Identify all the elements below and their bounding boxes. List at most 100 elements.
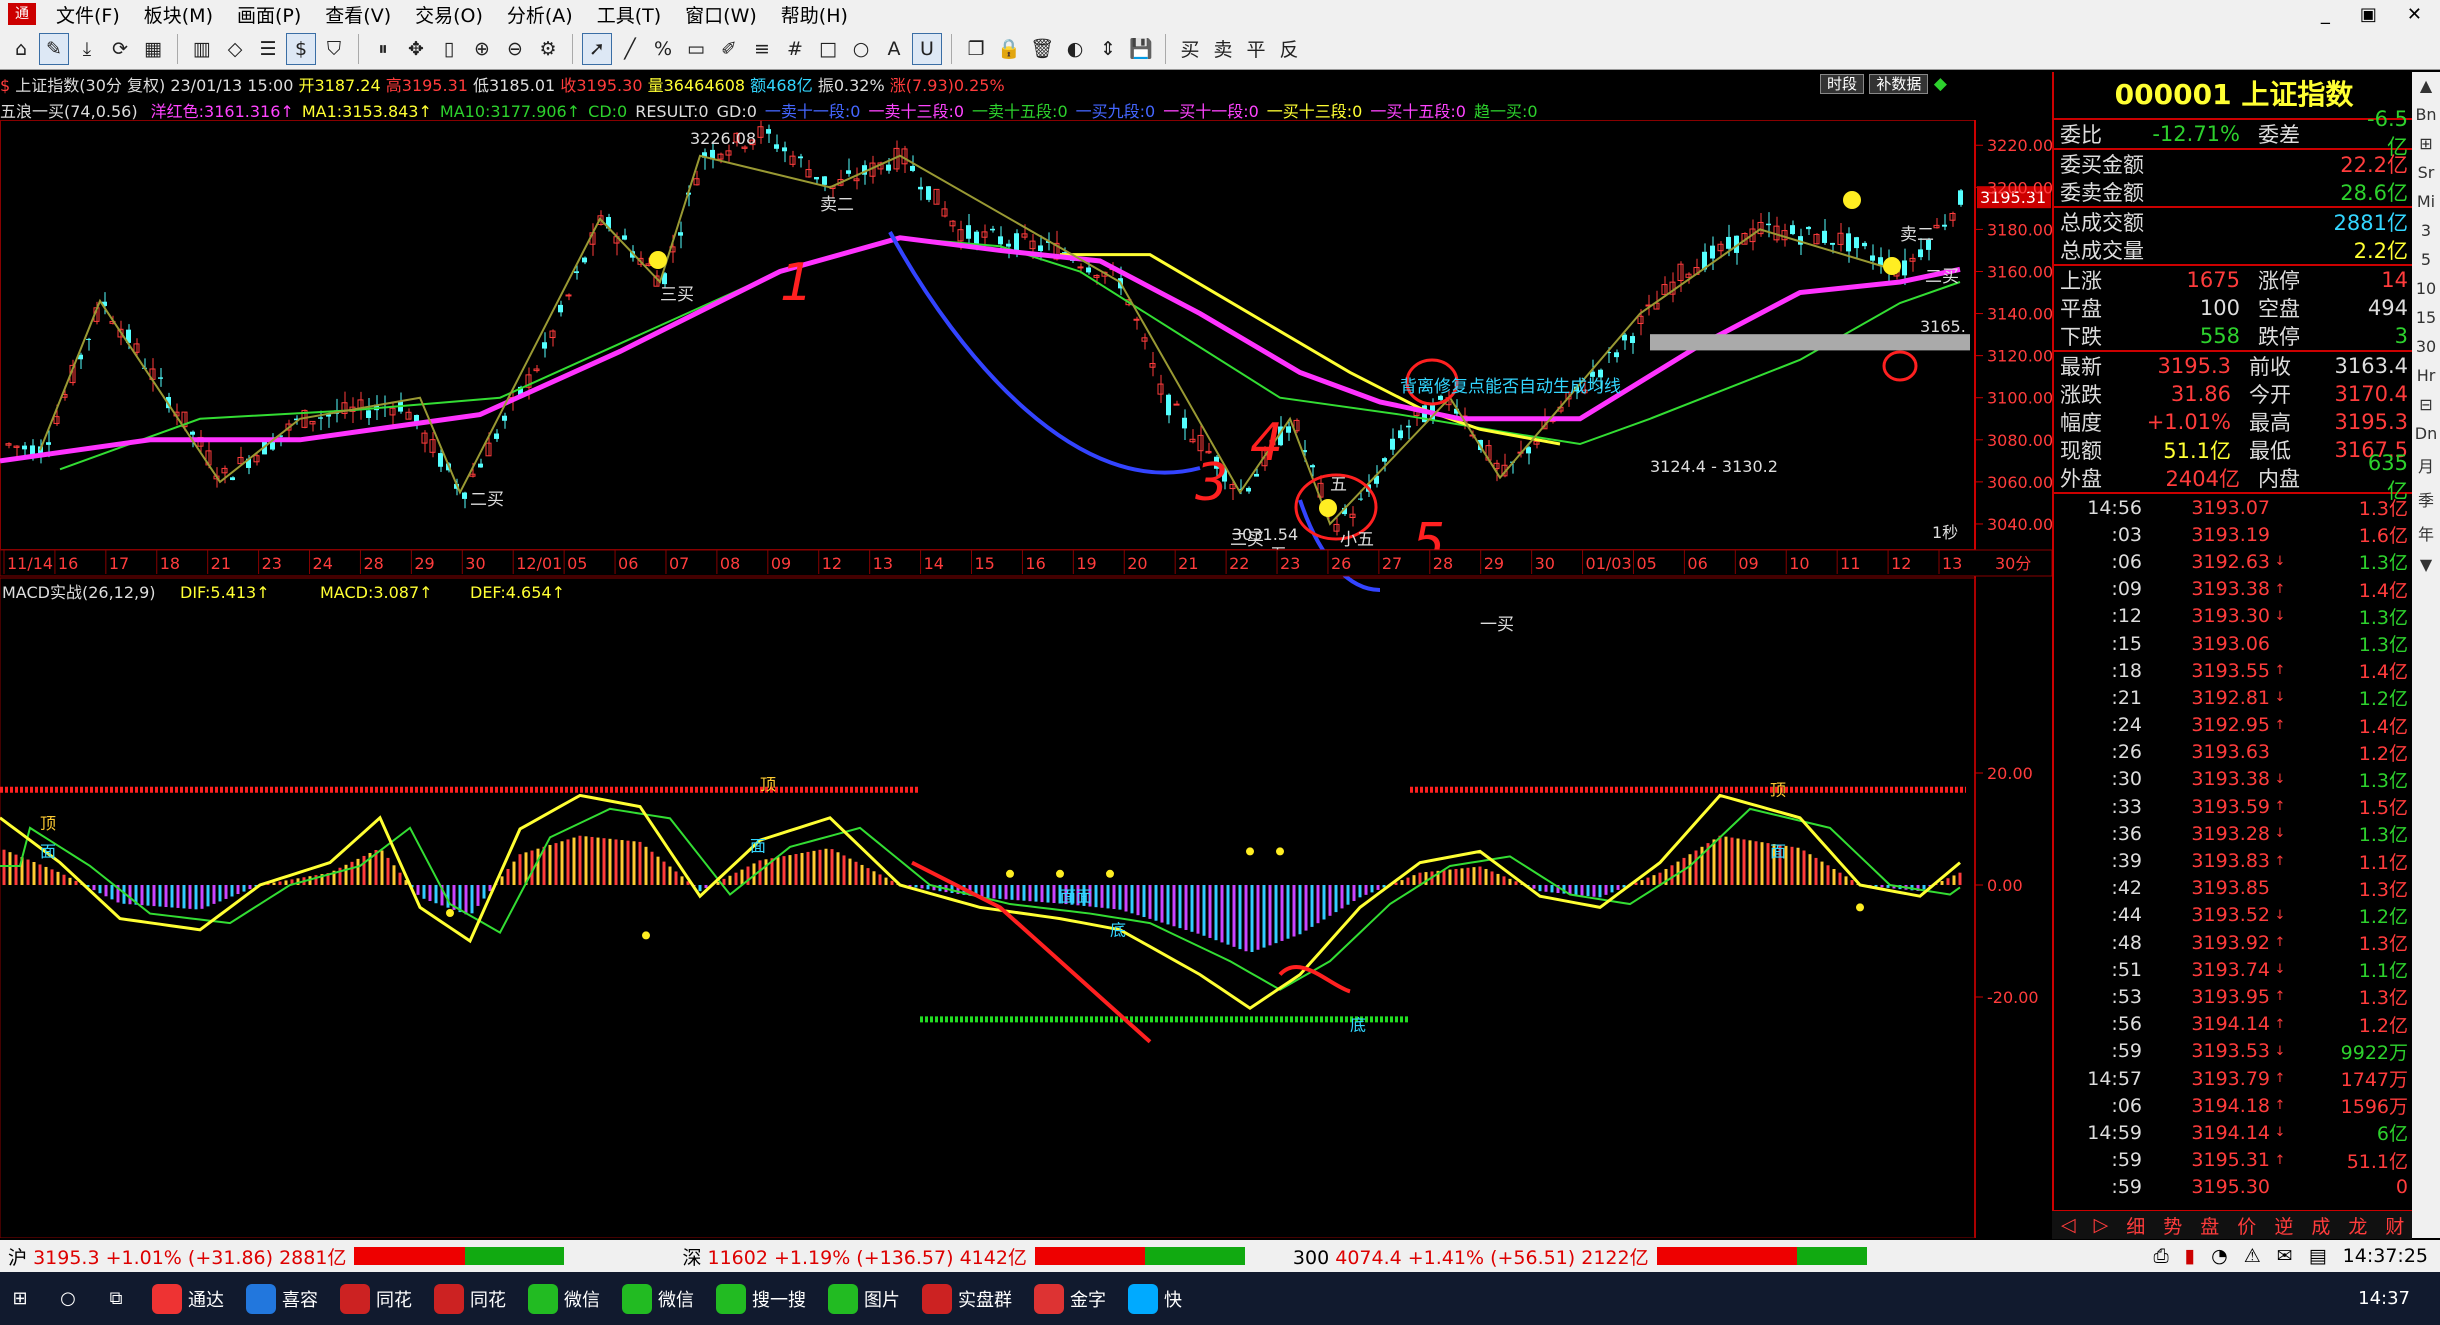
- taskbar-app-6[interactable]: 搜一搜: [708, 1276, 814, 1321]
- pause-icon[interactable]: ⏸: [368, 33, 398, 65]
- draw-icon[interactable]: ✎: [39, 32, 69, 65]
- tick-row[interactable]: :48 3193.92 ↑ 1.3亿: [2054, 929, 2414, 956]
- tick-list[interactable]: 14:56 3193.07 1.3亿:03 3193.19 1.6亿:06 3192.63…: [2054, 494, 2414, 1201]
- tick-row[interactable]: :24 3192.95 ↑ 1.4亿: [2054, 712, 2414, 739]
- menu-item-4[interactable]: 交易(O): [403, 1, 495, 28]
- period-button-2[interactable]: ⊞: [2419, 134, 2432, 153]
- trash-icon[interactable]: 🗑: [1027, 33, 1057, 65]
- fill-data-button[interactable]: 补数据: [1869, 74, 1929, 94]
- taskbar-app-4[interactable]: 微信: [520, 1276, 608, 1321]
- tick-row[interactable]: :21 3192.81 ↓ 1.2亿: [2054, 684, 2414, 711]
- buy-icon[interactable]: 买: [1175, 33, 1205, 65]
- quote-tab-5[interactable]: 价: [2228, 1212, 2265, 1239]
- tick-row[interactable]: :06 3194.18 ↑ 1596万: [2054, 1092, 2414, 1119]
- rect-icon[interactable]: □: [813, 33, 843, 65]
- tick-row[interactable]: :06 3192.63 ↓ 1.3亿: [2054, 548, 2414, 575]
- menu-item-8[interactable]: 帮助(H): [769, 1, 860, 28]
- taskbar-app-7[interactable]: 图片: [820, 1276, 908, 1321]
- tick-row[interactable]: :42 3193.85 1.3亿: [2054, 875, 2414, 902]
- candle-icon[interactable]: ▥: [187, 33, 217, 65]
- signal-icon[interactable]: ◔: [2211, 1245, 2228, 1267]
- menu-item-2[interactable]: 画面(P): [225, 1, 313, 28]
- tick-row[interactable]: 14:57 3193.79 ↑ 1747万: [2054, 1065, 2414, 1092]
- period-button-0[interactable]: ▲: [2420, 76, 2432, 95]
- ruler-icon[interactable]: ▭: [681, 33, 711, 65]
- period-button-11[interactable]: ⊟: [2419, 395, 2432, 414]
- tick-row[interactable]: :36 3193.28 ↓ 1.3亿: [2054, 820, 2414, 847]
- grid-icon[interactable]: ▦: [138, 33, 168, 65]
- menu-item-3[interactable]: 查看(V): [313, 1, 403, 28]
- period-button-12[interactable]: Dn: [2415, 424, 2437, 443]
- magnet-icon[interactable]: U: [912, 32, 942, 65]
- tick-row[interactable]: :59 3195.31 ↑ 51.1亿: [2054, 1147, 2414, 1174]
- quote-tab-0[interactable]: ◁: [2052, 1214, 2085, 1236]
- home-icon[interactable]: ⌂: [6, 33, 36, 65]
- taskbar-app-2[interactable]: 同花: [332, 1276, 420, 1321]
- windows-start-icon[interactable]: ⊞: [0, 1288, 40, 1309]
- period-button-7[interactable]: 10: [2416, 279, 2436, 298]
- tick-row[interactable]: :53 3193.95 ↑ 1.3亿: [2054, 983, 2414, 1010]
- tick-row[interactable]: :03 3193.19 1.6亿: [2054, 521, 2414, 548]
- sell-icon[interactable]: 卖: [1208, 33, 1238, 65]
- taskbar-app-5[interactable]: 微信: [614, 1276, 702, 1321]
- time-segment-button[interactable]: 时段: [1820, 74, 1865, 94]
- tick-row[interactable]: :18 3193.55 ↑ 1.4亿: [2054, 657, 2414, 684]
- tick-row[interactable]: :51 3193.74 ↓ 1.1亿: [2054, 956, 2414, 983]
- copy-icon[interactable]: ❐: [961, 33, 991, 65]
- close-button[interactable]: ✕: [2407, 4, 2422, 25]
- zoom-in-icon[interactable]: ⊕: [467, 33, 497, 65]
- pen-icon[interactable]: ✐: [714, 33, 744, 65]
- period-button-10[interactable]: Hr: [2417, 366, 2436, 385]
- menu-item-7[interactable]: 窗口(W): [673, 1, 769, 28]
- sz-index[interactable]: 深 11602 +1.19% (+136.57) 4142亿: [674, 1243, 1034, 1270]
- filter-icon[interactable]: ⛉: [319, 33, 349, 65]
- menu-item-1[interactable]: 板块(M): [132, 1, 225, 28]
- quote-tab-7[interactable]: 成: [2302, 1212, 2339, 1239]
- period-button-1[interactable]: Bn: [2415, 105, 2436, 124]
- hash-icon[interactable]: #: [780, 33, 810, 65]
- minimize-button[interactable]: _: [2321, 4, 2330, 25]
- tick-row[interactable]: :30 3193.38 ↓ 1.3亿: [2054, 766, 2414, 793]
- text-icon[interactable]: A: [879, 33, 909, 65]
- taskbar-app-0[interactable]: 通达: [144, 1276, 232, 1321]
- alert-icon[interactable]: ⚠: [2244, 1245, 2261, 1267]
- printer-icon[interactable]: ⎙: [2153, 1245, 2168, 1267]
- lines-icon[interactable]: ≡: [747, 33, 777, 65]
- arrow-icon[interactable]: ⇕: [1093, 33, 1123, 65]
- period-button-3[interactable]: Sr: [2418, 163, 2435, 182]
- download-icon[interactable]: ⤓: [72, 33, 102, 65]
- flat-icon[interactable]: 平: [1241, 33, 1271, 65]
- taskbar-app-8[interactable]: 实盘群: [914, 1276, 1020, 1321]
- period-button-13[interactable]: 月: [2418, 453, 2434, 477]
- taskbar-app-1[interactable]: 喜容: [238, 1276, 326, 1321]
- menu-item-0[interactable]: 文件(F): [44, 1, 132, 28]
- db-icon[interactable]: ▮: [2185, 1245, 2195, 1267]
- i300-index[interactable]: 300 4074.4 +1.41% (+56.51) 2122亿: [1285, 1243, 1657, 1270]
- period-button-4[interactable]: Mi: [2417, 192, 2435, 211]
- sh-index[interactable]: 沪 3195.3 +1.01% (+31.86) 2881亿: [0, 1243, 354, 1270]
- tick-row[interactable]: :59 3193.53 ↓ 9922万: [2054, 1038, 2414, 1065]
- gear-icon[interactable]: ⚙: [533, 33, 563, 65]
- quote-tab-3[interactable]: 势: [2154, 1212, 2191, 1239]
- line-icon[interactable]: ╱: [615, 33, 645, 65]
- tick-row[interactable]: :56 3194.14 ↑ 1.2亿: [2054, 1011, 2414, 1038]
- list-icon[interactable]: ☰: [253, 33, 283, 65]
- restore-button[interactable]: ▣: [2360, 4, 2377, 25]
- quote-tab-1[interactable]: ▷: [2085, 1214, 2118, 1236]
- quote-tab-2[interactable]: 细: [2117, 1212, 2154, 1239]
- search-icon[interactable]: ○: [48, 1288, 88, 1309]
- lock-icon[interactable]: 🔒: [994, 33, 1024, 65]
- taskview-icon[interactable]: ⧉: [96, 1288, 136, 1309]
- color-icon[interactable]: ◐: [1060, 33, 1090, 65]
- tick-row[interactable]: :09 3193.38 ↑ 1.4亿: [2054, 576, 2414, 603]
- quote-tab-8[interactable]: 龙: [2339, 1212, 2376, 1239]
- kline-chart[interactable]: 3226.083031.543165.3124.4 - 3130.2背离修复点能…: [0, 120, 2052, 1238]
- tick-row[interactable]: 14:59 3194.14 ↓ 6亿: [2054, 1119, 2414, 1146]
- percent-icon[interactable]: %: [648, 33, 678, 65]
- tick-row[interactable]: :39 3193.83 ↑ 1.1亿: [2054, 847, 2414, 874]
- tick-row[interactable]: 14:56 3193.07 1.3亿: [2054, 494, 2414, 521]
- tick-row[interactable]: :44 3193.52 ↓ 1.2亿: [2054, 902, 2414, 929]
- period-button-14[interactable]: 季: [2418, 487, 2434, 511]
- chat-icon[interactable]: ✉: [2277, 1245, 2293, 1267]
- period-button-9[interactable]: 30: [2416, 337, 2436, 356]
